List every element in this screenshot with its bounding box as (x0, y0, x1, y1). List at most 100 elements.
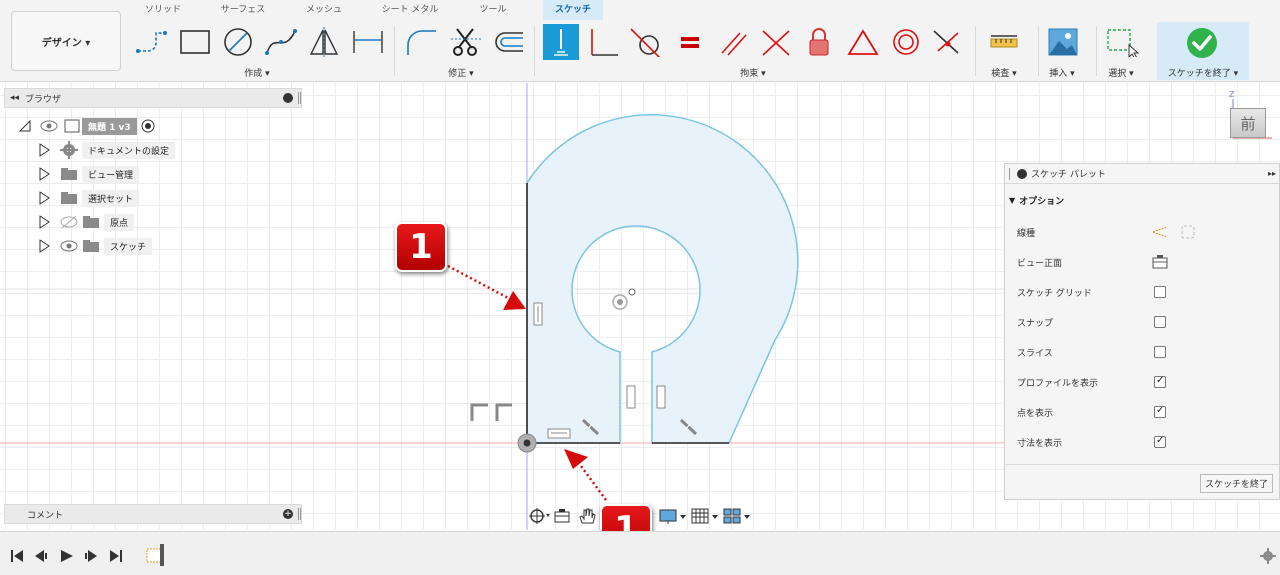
insert-image-button[interactable] (1045, 24, 1081, 60)
browser-item-view-manager[interactable]: ビュー管理 (38, 164, 140, 184)
viewcube-front-face[interactable]: 前 (1230, 108, 1266, 138)
expand-triangle-icon[interactable] (38, 167, 50, 181)
dimension-tool-button[interactable] (350, 24, 386, 60)
tab-surface[interactable]: サーフェス (214, 0, 272, 20)
options-section-header[interactable]: ▼ オプション (1009, 194, 1064, 207)
grid-settings-icon[interactable] (690, 507, 720, 525)
expand-triangle-icon[interactable] (38, 143, 50, 157)
expand-triangle-icon[interactable] (38, 191, 50, 205)
step-back-icon[interactable] (35, 550, 47, 562)
collinear-tool-button[interactable] (929, 24, 965, 60)
gear-icon (60, 141, 78, 159)
construction-line-icon[interactable] (1151, 224, 1169, 240)
expand-double-arrow-icon[interactable]: ▸▸ (1268, 169, 1276, 178)
sketch-point[interactable] (628, 288, 636, 296)
fillet-tool-button[interactable] (403, 24, 439, 60)
rectangle-tool-button[interactable] (177, 24, 213, 60)
center-point[interactable] (617, 299, 623, 305)
tab-mesh[interactable]: メッシュ (300, 0, 348, 20)
minimize-icon[interactable] (1017, 168, 1027, 179)
tab-sketch[interactable]: スケッチ (543, 0, 603, 20)
eye-hidden-icon[interactable] (60, 215, 78, 229)
snap-checkbox[interactable] (1154, 316, 1166, 328)
midpoint-tool-button[interactable] (758, 24, 794, 60)
select-group-label[interactable]: 選択 ▾ (1093, 66, 1149, 79)
offset-tool-button[interactable] (490, 24, 526, 60)
look-at-icon[interactable] (1151, 254, 1169, 270)
eye-icon[interactable] (40, 119, 58, 133)
finish-sketch-panel[interactable]: スケッチを終了 ▾ (1157, 22, 1249, 80)
browser-root-label[interactable]: 無題 1 v3 (82, 117, 137, 135)
gear-icon[interactable] (1260, 548, 1276, 564)
sketch-palette-header[interactable]: スケッチ パレット ▸▸ (1005, 164, 1279, 184)
circle-tool-button[interactable] (220, 24, 256, 60)
select-tool-button[interactable] (1104, 24, 1140, 60)
rectangle-icon (180, 30, 210, 54)
insert-group-label[interactable]: 挿入 ▾ (1032, 66, 1092, 79)
show-points-checkbox[interactable] (1154, 405, 1166, 418)
eye-icon[interactable] (60, 239, 78, 253)
triangle-constraint-button[interactable] (845, 24, 881, 60)
parallel-tool-button[interactable] (715, 24, 751, 60)
perpendicular-constraint-icon[interactable] (470, 403, 512, 421)
browser-item-selection-sets[interactable]: 選択セット (38, 188, 140, 208)
show-dimensions-label: 寸法を表示 (1017, 438, 1063, 449)
measure-tool-button[interactable] (986, 24, 1022, 60)
finish-sketch-button[interactable]: スケッチを終了 (1200, 474, 1273, 493)
inspect-group-label[interactable]: 検査 ▾ (970, 66, 1038, 79)
mirror-tool-button[interactable] (306, 24, 342, 60)
go-to-start-icon[interactable] (11, 550, 23, 562)
pan-hand-icon[interactable] (576, 507, 598, 525)
sketch-grid-checkbox[interactable] (1154, 286, 1166, 298)
go-to-end-icon[interactable] (110, 550, 122, 562)
workspace-switcher-button[interactable]: デザイン ▾ (11, 11, 121, 71)
minimize-icon[interactable] (283, 93, 293, 103)
browser-item-origin[interactable]: 原点 (38, 212, 135, 232)
tab-solid[interactable]: ソリッド (138, 0, 188, 20)
display-settings-icon[interactable] (658, 507, 688, 525)
concentric-tool-button[interactable] (888, 24, 924, 60)
equal-tool-button[interactable] (672, 24, 708, 60)
viewports-icon[interactable] (722, 507, 752, 525)
centerline-icon[interactable] (1179, 224, 1197, 240)
collapse-triangle-icon[interactable] (18, 119, 32, 133)
expand-triangle-icon[interactable] (38, 239, 50, 253)
orbit-icon[interactable] (528, 507, 550, 525)
comment-panel-header[interactable]: コメント + (4, 504, 302, 524)
browser-item-label: 選択セット (82, 189, 140, 207)
show-dimensions-checkbox[interactable] (1154, 435, 1166, 448)
browser-panel-header[interactable]: ◂◂ ブラウザ (4, 88, 302, 108)
panel-resize-handle[interactable] (298, 508, 301, 520)
slice-checkbox[interactable] (1154, 346, 1166, 358)
trim-tool-button[interactable] (448, 24, 484, 60)
show-profile-checkbox[interactable] (1154, 375, 1166, 388)
line-tool-button[interactable] (134, 24, 170, 60)
tab-tools[interactable]: ツール (472, 0, 514, 20)
sketch-palette-panel: スケッチ パレット ▸▸ ▼ オプション 線種 ビュー正面 スケッチ グリッド … (1004, 163, 1280, 500)
expand-triangle-icon[interactable] (38, 215, 50, 229)
tangent-tool-button[interactable] (628, 24, 664, 60)
collapse-double-arrow-icon[interactable]: ◂◂ (10, 93, 19, 103)
add-comment-icon[interactable]: + (283, 509, 293, 519)
create-group-label[interactable]: 作成 ▾ (222, 66, 292, 79)
fix-tool-button[interactable] (801, 24, 837, 60)
play-icon[interactable] (61, 550, 73, 562)
panel-resize-handle[interactable] (1009, 167, 1011, 180)
spline-tool-button[interactable] (263, 24, 299, 60)
perpendicular-tool-button[interactable] (585, 24, 621, 60)
separator (534, 26, 535, 76)
browser-root-row[interactable]: 無題 1 v3 (18, 116, 155, 136)
panel-resize-handle[interactable] (298, 92, 301, 104)
activate-radio-icon[interactable] (141, 119, 155, 133)
modify-group-label[interactable]: 修正 ▾ (426, 66, 496, 79)
tab-sheet-metal[interactable]: シート メタル (372, 0, 448, 20)
step-forward-icon[interactable] (85, 550, 97, 562)
browser-item-document-settings[interactable]: ドキュメントの設定 (38, 140, 176, 160)
browser-item-sketches[interactable]: スケッチ (38, 236, 153, 256)
vertical-constraint-icon[interactable] (656, 385, 666, 409)
sketch-feature-icon[interactable] (145, 544, 165, 566)
coincident-tool-button[interactable] (543, 24, 579, 60)
vertical-constraint-icon[interactable] (626, 385, 636, 409)
constraints-group-label[interactable]: 拘束 ▾ (718, 66, 788, 79)
look-at-icon[interactable] (552, 507, 574, 525)
